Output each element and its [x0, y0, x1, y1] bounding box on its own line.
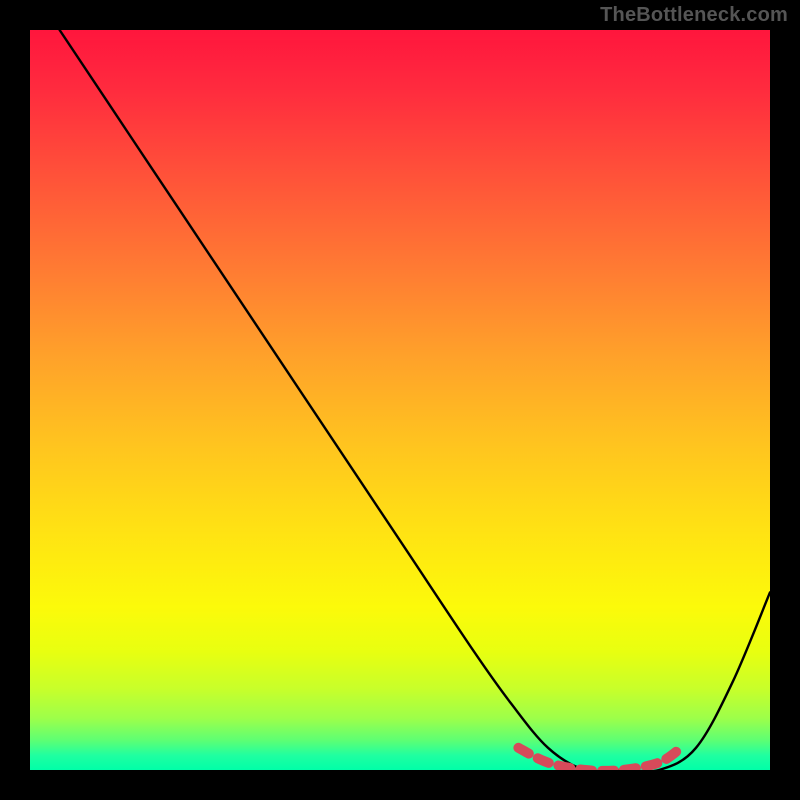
highlight-segment — [518, 748, 681, 770]
chart-frame: TheBottleneck.com — [0, 0, 800, 800]
watermark-text: TheBottleneck.com — [600, 4, 788, 27]
curve-layer — [30, 30, 770, 770]
bottleneck-curve — [60, 30, 770, 770]
plot-area — [30, 30, 770, 770]
